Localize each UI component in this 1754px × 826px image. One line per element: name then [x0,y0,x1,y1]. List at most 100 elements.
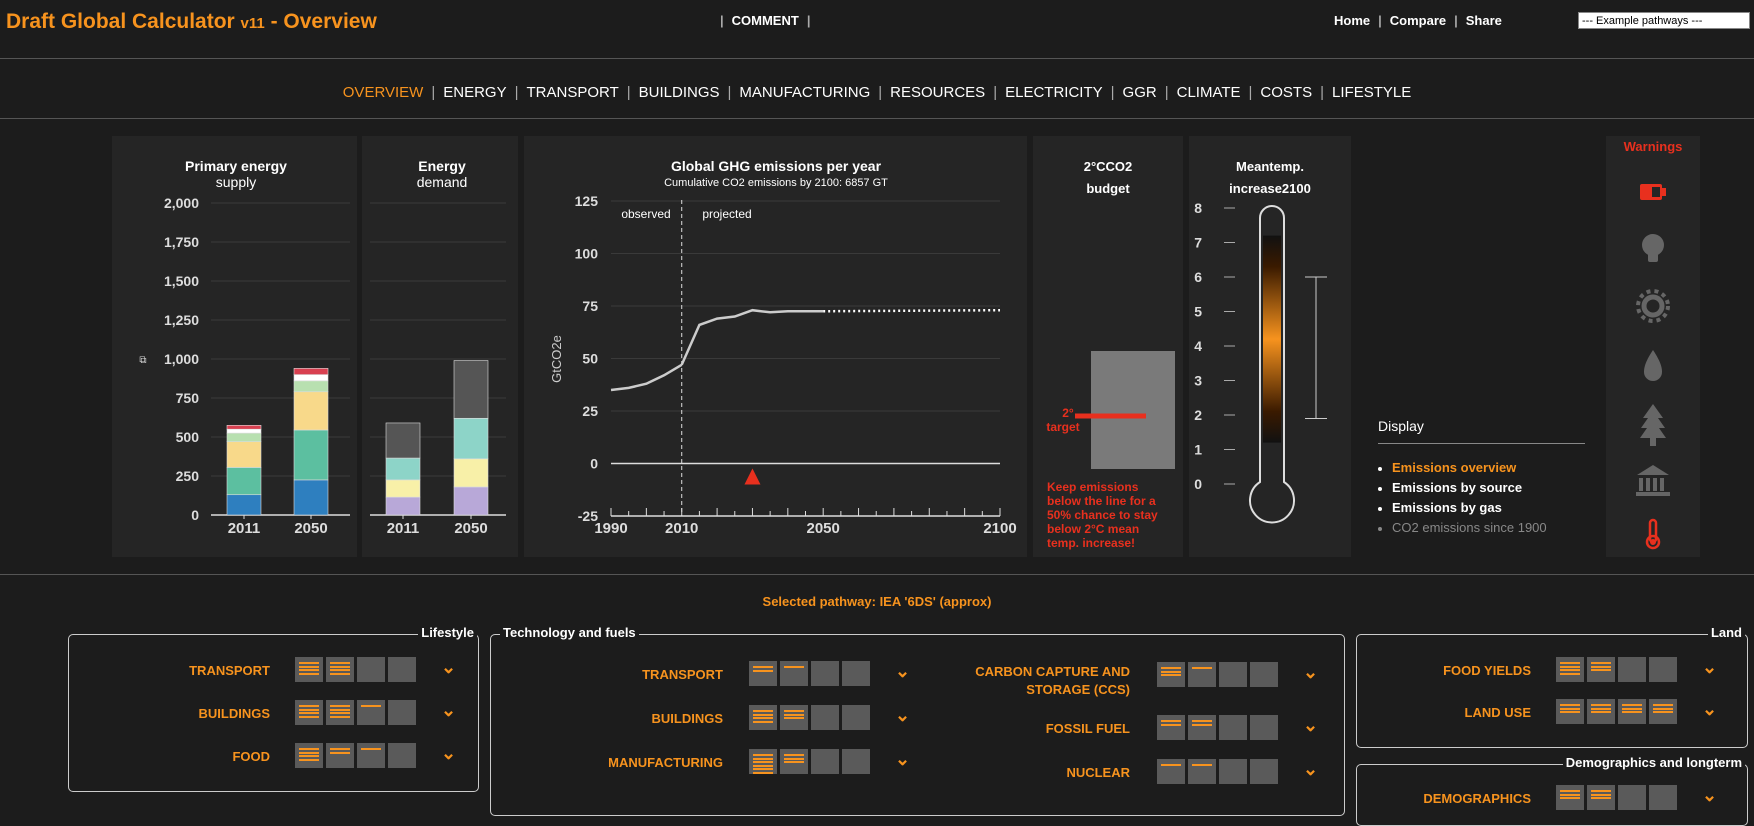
chevron-down-icon[interactable]: ⌄ [895,705,910,726]
copy-icon[interactable]: ⧉ [139,355,146,366]
display-option-by-source[interactable]: Emissions by source [1378,480,1547,500]
chevron-down-icon[interactable]: ⌄ [441,657,456,678]
lever-label[interactable]: DEMOGRAPHICS [1423,791,1531,806]
lever-level-box[interactable] [1188,662,1216,687]
lever-label-text[interactable]: BUILDINGS [652,711,724,726]
lever-label[interactable]: FOOD YIELDS [1443,663,1531,678]
lever-level-box[interactable] [842,661,870,686]
lever-level-selector[interactable] [1157,759,1278,784]
lever-label[interactable]: BUILDINGS [652,711,724,726]
lever-level-box[interactable] [295,700,323,725]
lever-level-box[interactable] [1556,657,1584,682]
lever-level-box[interactable] [1219,662,1247,687]
lever-label-text[interactable]: BUILDINGS [199,706,271,721]
lever-label[interactable]: BUILDINGS [199,706,271,721]
lever-level-box[interactable] [1219,715,1247,740]
lever-level-box[interactable] [1618,699,1646,724]
lever-level-box[interactable] [326,657,354,682]
chevron-down-icon[interactable]: ⌄ [895,661,910,682]
lightbulb-icon[interactable] [1642,234,1664,262]
lever-level-box[interactable] [1649,699,1677,724]
display-option-label[interactable]: Emissions by gas [1392,500,1502,515]
lever-label[interactable]: MANUFACTURING [608,755,723,770]
chevron-down-icon[interactable]: ⌄ [1702,699,1717,720]
lever-level-box[interactable] [1157,662,1185,687]
lever-level-box[interactable] [1587,657,1615,682]
chevron-down-icon[interactable]: ⌄ [1702,657,1717,678]
lever-level-box[interactable] [388,657,416,682]
chevron-down-icon[interactable]: ⌄ [441,743,456,764]
battery-icon[interactable] [1640,184,1666,200]
lever-level-box[interactable] [357,743,385,768]
lever-level-box[interactable] [1556,785,1584,810]
lever-label-text[interactable]: NUCLEAR [1066,765,1130,780]
lever-level-box[interactable] [1250,759,1278,784]
chevron-down-icon[interactable]: ⌄ [441,700,456,721]
lever-label-text[interactable]: FOOD [232,749,270,764]
lever-level-selector[interactable] [749,705,870,730]
lever-level-box[interactable] [1618,657,1646,682]
lever-label[interactable]: FOOD [232,749,270,764]
tree-icon[interactable] [1640,404,1666,446]
lever-label-text[interactable]: TRANSPORT [642,667,723,682]
lever-label-text[interactable]: FOSSIL FUEL [1046,721,1130,736]
lever-level-selector[interactable] [1157,715,1278,740]
display-option-label[interactable]: Emissions overview [1392,460,1516,475]
lever-level-box[interactable] [1556,699,1584,724]
lever-level-box[interactable] [1188,715,1216,740]
lever-level-box[interactable] [357,700,385,725]
lever-level-box[interactable] [357,657,385,682]
lever-level-selector[interactable] [295,743,416,768]
lever-level-selector[interactable] [749,661,870,686]
water-drop-icon[interactable] [1644,350,1662,381]
lever-level-box[interactable] [842,705,870,730]
lever-level-box[interactable] [780,749,808,774]
display-option-by-gas[interactable]: Emissions by gas [1378,500,1547,520]
lever-label-text[interactable]: DEMOGRAPHICS [1423,791,1531,806]
lever-level-box[interactable] [1587,699,1615,724]
thermometer-icon[interactable] [1645,518,1661,550]
chevron-down-icon[interactable]: ⌄ [1303,759,1318,780]
lever-label-text[interactable]: FOOD YIELDS [1443,663,1531,678]
lever-label-text[interactable]: TRANSPORT [189,663,270,678]
lever-level-box[interactable] [1157,715,1185,740]
lever-level-selector[interactable] [1556,657,1677,682]
gear-icon[interactable] [1636,289,1670,323]
lever-label-text[interactable]: CARBON CAPTURE AND [975,664,1130,679]
lever-level-box[interactable] [1618,785,1646,810]
display-option-overview[interactable]: Emissions overview [1378,460,1547,480]
chevron-down-icon[interactable]: ⌄ [1702,785,1717,806]
lever-level-box[interactable] [811,749,839,774]
lever-level-box[interactable] [749,749,777,774]
display-option-label[interactable]: Emissions by source [1392,480,1522,495]
lever-level-box[interactable] [1587,785,1615,810]
lever-level-box[interactable] [811,705,839,730]
lever-level-box[interactable] [326,700,354,725]
lever-level-selector[interactable] [1556,699,1677,724]
chevron-down-icon[interactable]: ⌄ [1303,662,1318,683]
lever-level-box[interactable] [1157,759,1185,784]
lever-level-box[interactable] [1649,657,1677,682]
lever-level-box[interactable] [388,700,416,725]
lever-level-box[interactable] [1250,662,1278,687]
lever-level-box[interactable] [295,657,323,682]
lever-level-box[interactable] [842,749,870,774]
lever-label[interactable]: TRANSPORT [189,663,270,678]
lever-label-text[interactable]: LAND USE [1465,705,1531,720]
lever-label[interactable]: CARBON CAPTURE AND STORAGE (CCS) [975,664,1130,697]
lever-level-box[interactable] [749,705,777,730]
lever-level-selector[interactable] [295,657,416,682]
lever-level-box[interactable] [1250,715,1278,740]
display-option-label[interactable]: CO2 emissions since 1900 [1392,520,1547,535]
lever-label[interactable]: TRANSPORT [642,667,723,682]
lever-level-selector[interactable] [749,749,870,774]
chevron-down-icon[interactable]: ⌄ [1303,715,1318,736]
lever-level-box[interactable] [1649,785,1677,810]
bank-icon[interactable] [1636,465,1670,496]
lever-level-box[interactable] [1188,759,1216,784]
lever-level-box[interactable] [388,743,416,768]
chevron-down-icon[interactable]: ⌄ [895,749,910,770]
lever-level-selector[interactable] [1157,662,1278,687]
lever-level-box[interactable] [780,705,808,730]
display-option-since-1900[interactable]: CO2 emissions since 1900 [1378,520,1547,540]
